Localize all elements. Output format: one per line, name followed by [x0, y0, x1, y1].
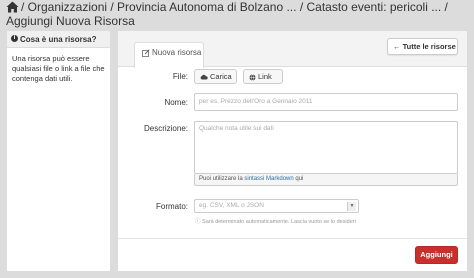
all-resources-button[interactable]: ← Tutte le risorse: [387, 38, 458, 55]
cloud-upload-icon: [200, 74, 208, 80]
upload-button[interactable]: Carica: [194, 69, 237, 84]
description-textarea[interactable]: Qualche nota utile sui dati: [194, 121, 458, 174]
info-panel-header: i Cosa è una risorsa?: [7, 31, 110, 48]
tab-new-resource-label: Nuova risorsa: [152, 48, 202, 57]
name-placeholder: per es. Prezzo dell'Oro a Gennaio 2011: [199, 98, 313, 105]
home-icon[interactable]: [6, 1, 19, 13]
markdown-hint: Puoi utilizzare la sintassi Markdown qui: [194, 174, 458, 186]
edit-icon: [142, 49, 150, 57]
info-panel-title: Cosa è una risorsa?: [20, 35, 97, 44]
description-placeholder: Qualche nota utile sui dati: [199, 125, 274, 132]
info-panel: i Cosa è una risorsa? Una risorsa può ess…: [7, 31, 110, 271]
all-resources-label: Tutte le risorse: [402, 42, 456, 51]
info-panel-body: Una risorsa può essere qualsiasi file o …: [12, 54, 105, 83]
link-label: Link: [258, 72, 272, 81]
breadcrumb-path[interactable]: / Organizzazioni / Provincia Autonoma di…: [21, 0, 448, 14]
breadcrumb-current: Aggiungi Nuova Risorsa: [6, 14, 135, 28]
breadcrumb: / Organizzazioni / Provincia Autonoma di…: [0, 0, 474, 32]
description-label: Descrizione:: [143, 124, 188, 133]
name-label: Nome:: [164, 98, 188, 107]
format-hint-text: Sarà determinato automaticamente. Lascia…: [202, 219, 356, 225]
markdown-hint-text: Puoi utilizzare la: [199, 176, 245, 182]
info-icon: i: [11, 35, 18, 43]
format-select[interactable]: eg. CSV, XML o JSON ▼: [194, 199, 359, 213]
markdown-link[interactable]: sintassi Markdown: [244, 176, 293, 182]
arrow-left-icon: ←: [393, 42, 401, 51]
resource-form-panel: Nuova risorsa ← Tutte le risorse File: C…: [118, 31, 467, 271]
format-hint: ⓘ Sarà determinato automaticamente. Lasc…: [195, 217, 356, 225]
upload-label: Carica: [210, 72, 232, 81]
markdown-hint-suffix: qui: [293, 176, 304, 182]
format-placeholder: eg. CSV, XML o JSON: [199, 202, 264, 209]
tab-new-resource[interactable]: Nuova risorsa: [134, 42, 204, 68]
add-button[interactable]: Aggiungi: [415, 246, 458, 264]
panel-header: Nuova risorsa ← Tutte le risorse: [118, 31, 467, 68]
format-label: Formato:: [155, 202, 188, 211]
globe-icon: [249, 73, 256, 81]
name-input[interactable]: per es. Prezzo dell'Oro a Gennaio 2011: [194, 93, 458, 111]
divider: [118, 238, 467, 239]
info-circle-icon: ⓘ: [195, 219, 201, 225]
link-button[interactable]: Link: [243, 69, 283, 84]
chevron-down-icon[interactable]: ▼: [347, 202, 356, 211]
file-label: File:: [172, 72, 188, 81]
